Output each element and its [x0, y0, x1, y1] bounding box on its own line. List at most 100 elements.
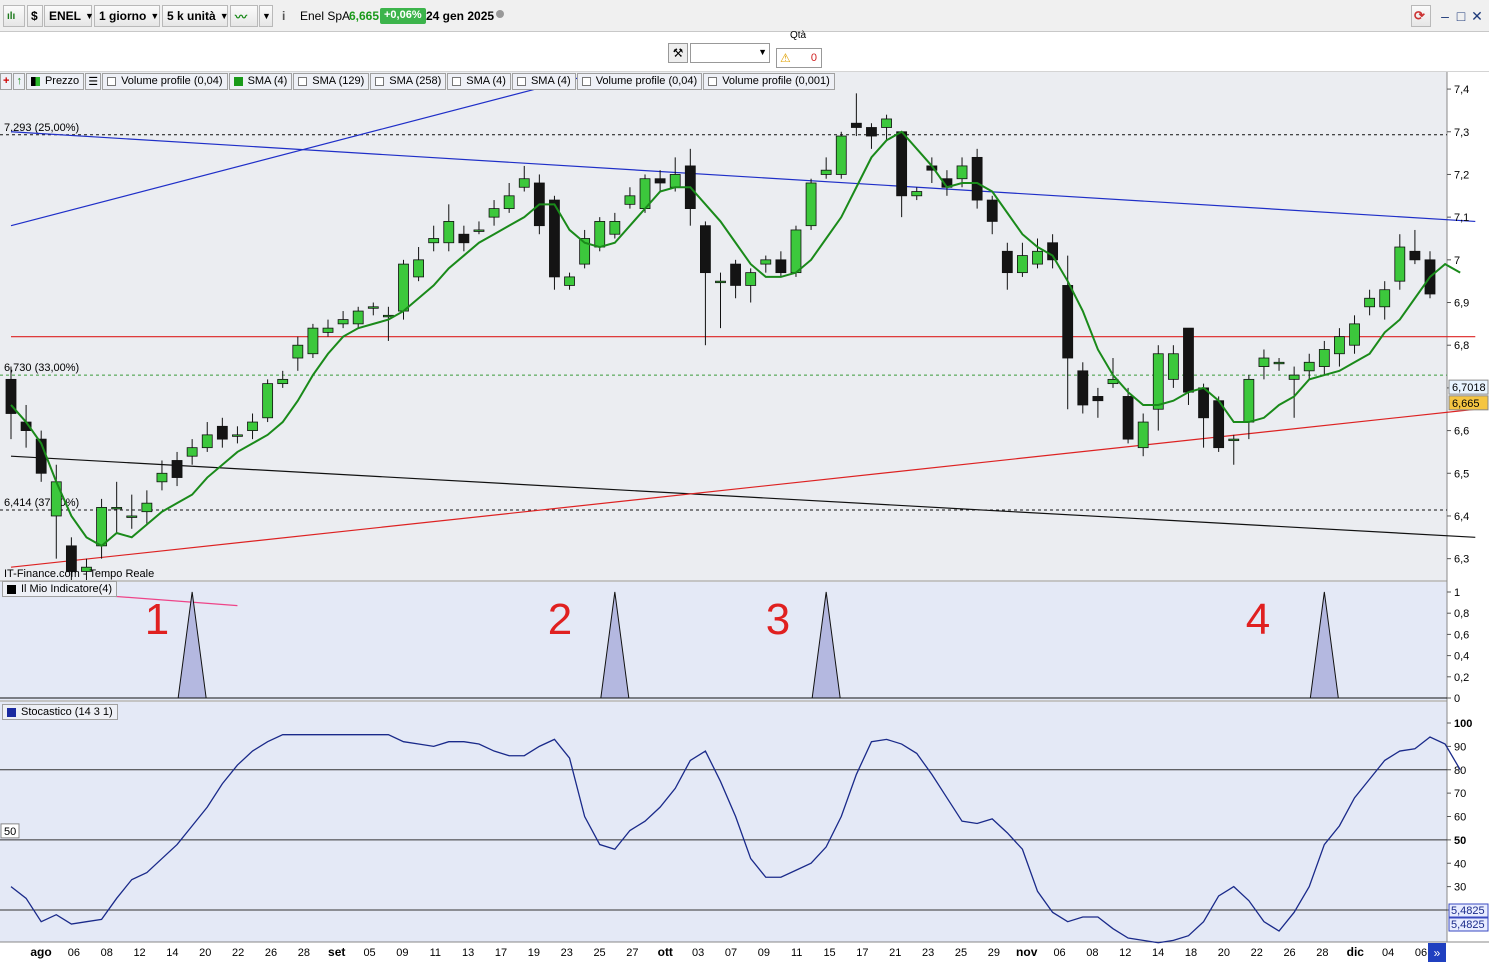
double-chevron-right-icon: »	[1434, 946, 1441, 960]
x-tick-label: 06	[1053, 947, 1065, 959]
last-price: 6,665	[349, 9, 380, 23]
candle-body	[171, 460, 183, 478]
stoch-legend[interactable]: Stocastico (14 3 1)	[2, 704, 118, 720]
quote-date: 24 gen 2025	[426, 9, 495, 23]
y-tick-label: 1	[1454, 587, 1460, 599]
x-tick-label: 17	[495, 947, 507, 959]
y-tick-label: 6,9	[1454, 298, 1469, 310]
candle-body	[503, 195, 515, 210]
legend-item[interactable]: SMA (4)	[511, 72, 576, 90]
qty-label: Qtà	[790, 30, 807, 41]
candle-body	[986, 199, 998, 222]
list-icon: ☰	[88, 75, 99, 88]
candle-body	[398, 263, 409, 312]
indicator-icon[interactable]: 〰	[230, 5, 258, 27]
legend-item[interactable]: SMA (4)	[228, 72, 293, 90]
order-type-select[interactable]: ▼	[690, 43, 770, 63]
candle-body	[443, 221, 455, 244]
qty-field[interactable]: ⚠ 0	[776, 48, 822, 68]
toolbar: ılı $ ENEL ▼ 1 giorno ▼ 5 k unità ▼ 〰 ▼ i E…	[0, 0, 1489, 32]
x-tick-label: 17	[856, 947, 868, 959]
candle-body	[1379, 289, 1391, 308]
x-tick-label: 25	[955, 947, 967, 959]
candle-body	[835, 135, 847, 175]
x-tick-label: 03	[692, 947, 704, 959]
candle-body	[1077, 370, 1089, 406]
symbol-select[interactable]: ENEL ▼	[44, 5, 94, 27]
candle-body	[790, 229, 802, 274]
qty-value: 0	[810, 52, 817, 64]
legend-label: SMA (258)	[389, 75, 442, 87]
checkbox	[107, 76, 117, 86]
checkbox	[452, 76, 462, 86]
candle-body	[232, 434, 243, 437]
indicator-legend[interactable]: Il Mio Indicatore(4)	[2, 581, 118, 597]
legend-item[interactable]: SMA (4)	[447, 72, 511, 90]
add-indicator-button[interactable]: +	[0, 72, 13, 90]
legend-item[interactable]: Volume profile (0,04)	[576, 72, 703, 90]
legend-item[interactable]: Volume profile (0,04)	[102, 72, 228, 90]
minimize-icon[interactable]: –	[1437, 7, 1453, 25]
candle-body	[654, 178, 666, 184]
candle-body	[216, 425, 228, 440]
timeframe-select[interactable]: 1 giorno ▼	[94, 5, 160, 27]
stoch-swatch	[7, 707, 16, 717]
status-dot-icon	[496, 10, 504, 18]
y-tick-label: 7,4	[1454, 84, 1469, 96]
candle-body	[594, 221, 606, 248]
symbol-label: ENEL	[49, 9, 82, 23]
candle-body	[141, 502, 153, 513]
stoch-value-tag-label: 5,4825	[1451, 919, 1485, 931]
legend-item[interactable]: Volume profile (0,001)	[703, 72, 835, 90]
candle-body	[1017, 255, 1028, 274]
candle-body	[911, 191, 923, 197]
x-tick-label: set	[328, 945, 345, 959]
chart-area[interactable]: 7,293 (25,00%)6,730 (33,00%)6,414 (37,50…	[0, 72, 1489, 963]
move-up-button[interactable]: ↑	[13, 72, 25, 90]
candle-body	[1137, 421, 1149, 449]
wrench-icon[interactable]: ⚒	[668, 43, 688, 63]
dollar-icon[interactable]: $	[27, 5, 43, 27]
units-select[interactable]: 5 k unità ▼	[162, 5, 229, 27]
y-tick-label: 6,4	[1454, 511, 1469, 523]
candle-body	[458, 233, 470, 244]
x-tick-label: 28	[1316, 947, 1328, 959]
x-tick-label: 05	[363, 947, 375, 959]
x-tick-label: 23	[561, 947, 573, 959]
candle-body	[1032, 250, 1043, 265]
candle-body	[96, 507, 107, 547]
legend-label: SMA (129)	[312, 75, 365, 87]
y-tick-label: 40	[1454, 858, 1466, 870]
close-icon[interactable]: ✕	[1469, 7, 1485, 25]
x-tick-label: 27	[626, 947, 638, 959]
chart-type-icon[interactable]: ılı	[3, 5, 25, 27]
candle-body	[1152, 353, 1164, 410]
chevron-down-icon[interactable]: ▼	[259, 5, 273, 27]
legend-item[interactable]: Prezzo	[25, 72, 85, 90]
x-tick-label: 25	[593, 947, 605, 959]
legend-item[interactable]: SMA (258)	[370, 72, 447, 90]
y-tick-label: 7	[1454, 255, 1460, 267]
x-tick-label: nov	[1016, 945, 1038, 959]
info-icon[interactable]: i	[282, 9, 285, 23]
x-tick-label: 18	[1185, 947, 1197, 959]
candle-body	[715, 280, 726, 284]
x-tick-label: 04	[1382, 947, 1394, 959]
maximize-icon[interactable]: □	[1453, 7, 1469, 25]
candle-body	[700, 225, 711, 274]
x-tick-label: 12	[1119, 947, 1131, 959]
candle-body	[307, 327, 319, 355]
warning-icon: ⚠	[780, 51, 791, 65]
x-tick-label: 06	[1415, 947, 1427, 959]
legend-item[interactable]: SMA (129)	[293, 72, 370, 90]
x-tick-label: 14	[1152, 947, 1164, 959]
legend-settings-button[interactable]: ☰	[85, 72, 102, 90]
candle-body	[1167, 353, 1179, 380]
candle-body	[50, 481, 62, 517]
candle-body	[201, 434, 213, 449]
y-tick-label: 50	[1454, 835, 1466, 847]
refresh-icon[interactable]: ⟳	[1411, 5, 1431, 27]
x-tick-label: 26	[265, 947, 277, 959]
x-tick-label: 15	[823, 947, 835, 959]
price-swatch	[30, 76, 40, 86]
